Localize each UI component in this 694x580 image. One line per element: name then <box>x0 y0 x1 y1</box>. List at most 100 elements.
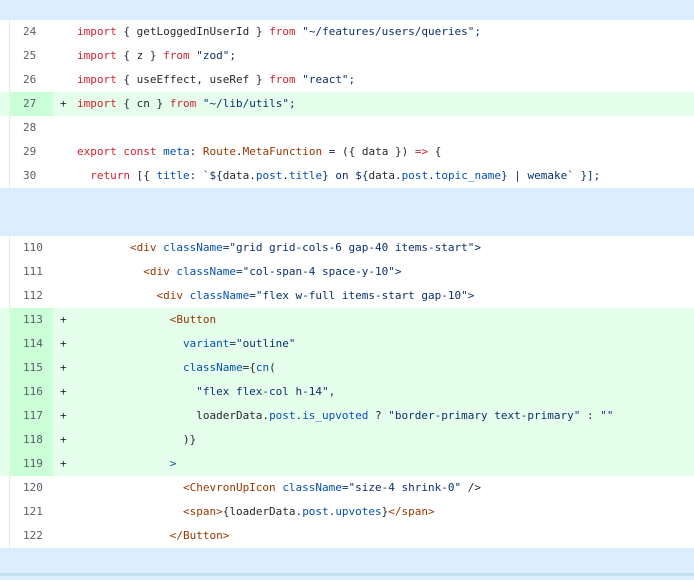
code-token: {loaderData. <box>222 505 303 518</box>
diff-line-added: 119 + > <box>0 452 694 476</box>
diff-sign <box>60 500 72 524</box>
line-number[interactable]: 25 <box>10 44 53 68</box>
line-number[interactable]: 114 <box>10 332 53 356</box>
line-number[interactable]: 115 <box>10 356 53 380</box>
line-number[interactable]: 30 <box>10 164 53 188</box>
code-token: > <box>77 457 177 470</box>
diff-line-context: 122 </Button> <box>0 524 694 548</box>
code-token: ="size-4 shrink-0" <box>341 481 462 494</box>
line-number[interactable]: 116 <box>10 380 53 404</box>
diff-sign <box>60 44 72 68</box>
diff-line-added: 113 + <Button <box>0 308 694 332</box>
code-token: } on ${ <box>322 169 369 182</box>
diff-line-context: 24 import { getLoggedInUserId } from "~/f… <box>0 20 694 44</box>
code-token: post <box>302 505 329 518</box>
code-token: => <box>414 145 429 158</box>
code-token: is_upvoted <box>302 409 369 422</box>
code-token: import <box>77 73 117 86</box>
line-number[interactable]: 118 <box>10 428 53 452</box>
hunk-separator-bottom[interactable] <box>0 548 694 580</box>
code-token: import <box>77 97 117 110</box>
code-token: ( <box>269 361 276 374</box>
code-token: { z } <box>116 49 164 62</box>
code-token: from <box>169 97 197 110</box>
code-token: "zod"; <box>189 49 236 62</box>
diff-sign: + <box>60 457 67 470</box>
code-line: variant="outline" <box>77 332 296 356</box>
line-number[interactable]: 121 <box>10 500 53 524</box>
diff-sign <box>60 476 72 500</box>
code-line: )} <box>77 428 196 452</box>
line-number[interactable]: 28 <box>10 116 53 140</box>
code-token: className <box>163 241 223 254</box>
code-token: . <box>236 145 243 158</box>
line-number[interactable]: 122 <box>10 524 53 548</box>
line-number[interactable]: 113 <box>10 308 53 332</box>
line-number[interactable]: 120 <box>10 476 53 500</box>
diff-line-context: 30 return [{ title: `${data.post.title} … <box>0 164 694 188</box>
diff-line-context: 110 <div className="grid grid-cols-6 gap… <box>0 236 694 260</box>
code-token: . <box>394 169 402 182</box>
code-line: </Button> <box>77 524 230 548</box>
diff-sign: + <box>60 97 67 110</box>
hunk-separator-expand[interactable] <box>0 188 694 236</box>
line-number[interactable]: 29 <box>10 140 53 164</box>
code-token: : <box>580 409 601 422</box>
code-line: import { getLoggedInUserId } from "~/fea… <box>77 20 481 44</box>
code-token: . <box>428 169 435 182</box>
code-token: post <box>401 169 429 182</box>
code-token: from <box>269 25 296 38</box>
code-token: } | wemake` }]; <box>500 169 601 182</box>
code-token: ="flex w-full items-start gap-10"> <box>249 289 475 302</box>
line-number[interactable]: 111 <box>10 260 53 284</box>
line-number[interactable]: 117 <box>10 404 53 428</box>
diff-sign <box>60 68 72 92</box>
code-token: data <box>222 169 250 182</box>
code-line: import { z } from "zod"; <box>77 44 236 68</box>
line-number[interactable]: 119 <box>10 452 53 476</box>
code-token: ={ <box>242 361 256 374</box>
diff-line-context: 111 <div className="col-span-4 space-y-1… <box>0 260 694 284</box>
diff-line-added: 115 + className={cn( <box>0 356 694 380</box>
diff-line-added: 27 + import { cn } from "~/lib/utils"; <box>0 92 694 116</box>
code-token: [{ <box>130 169 157 182</box>
line-number[interactable]: 112 <box>10 284 53 308</box>
diff-sign <box>60 20 72 44</box>
line-number[interactable]: 26 <box>10 68 53 92</box>
code-token: { cn } <box>116 97 170 110</box>
line-number[interactable]: 24 <box>10 20 53 44</box>
diff-sign <box>60 236 72 260</box>
code-token: ="grid grid-cols-6 gap-40 items-start"> <box>222 241 481 254</box>
code-token: "~/lib/utils"; <box>196 97 296 110</box>
diff-sign <box>60 260 72 284</box>
code-token: ="col-span-4 space-y-10"> <box>235 265 402 278</box>
code-line: > <box>77 452 177 476</box>
code-token: <ChevronUpIcon <box>77 481 283 494</box>
diff-line-context: 25 import { z } from "zod"; <box>0 44 694 68</box>
code-token: from <box>269 73 296 86</box>
code-token: <Button <box>77 313 217 326</box>
hunk-separator[interactable] <box>0 0 694 20</box>
diff-sign: + <box>60 313 67 326</box>
diff-hunk-1: 24 import { getLoggedInUserId } from "~/f… <box>0 20 694 188</box>
code-line: className={cn( <box>77 356 276 380</box>
diff-line-context: 112 <div className="flex w-full items-st… <box>0 284 694 308</box>
code-line: "flex flex-col h-14", <box>77 380 335 404</box>
code-token: className <box>182 361 243 374</box>
code-token: . <box>282 169 289 182</box>
diff-sign: + <box>60 361 67 374</box>
code-token: loaderData. <box>77 409 270 422</box>
code-line: <span>{loaderData.post.upvotes}</span> <box>77 500 435 524</box>
code-token: export <box>77 145 117 158</box>
code-token: = ({ data }) <box>322 145 415 158</box>
code-token: post <box>255 169 283 182</box>
diff-sign <box>60 524 72 548</box>
line-number[interactable]: 27 <box>10 92 53 116</box>
line-number[interactable]: 110 <box>10 236 53 260</box>
code-line: export const meta: Route.MetaFunction = … <box>77 140 441 164</box>
diff-sign <box>60 140 72 164</box>
diff-sign <box>60 164 72 188</box>
code-token: "~/features/users/queries"; <box>295 25 482 38</box>
